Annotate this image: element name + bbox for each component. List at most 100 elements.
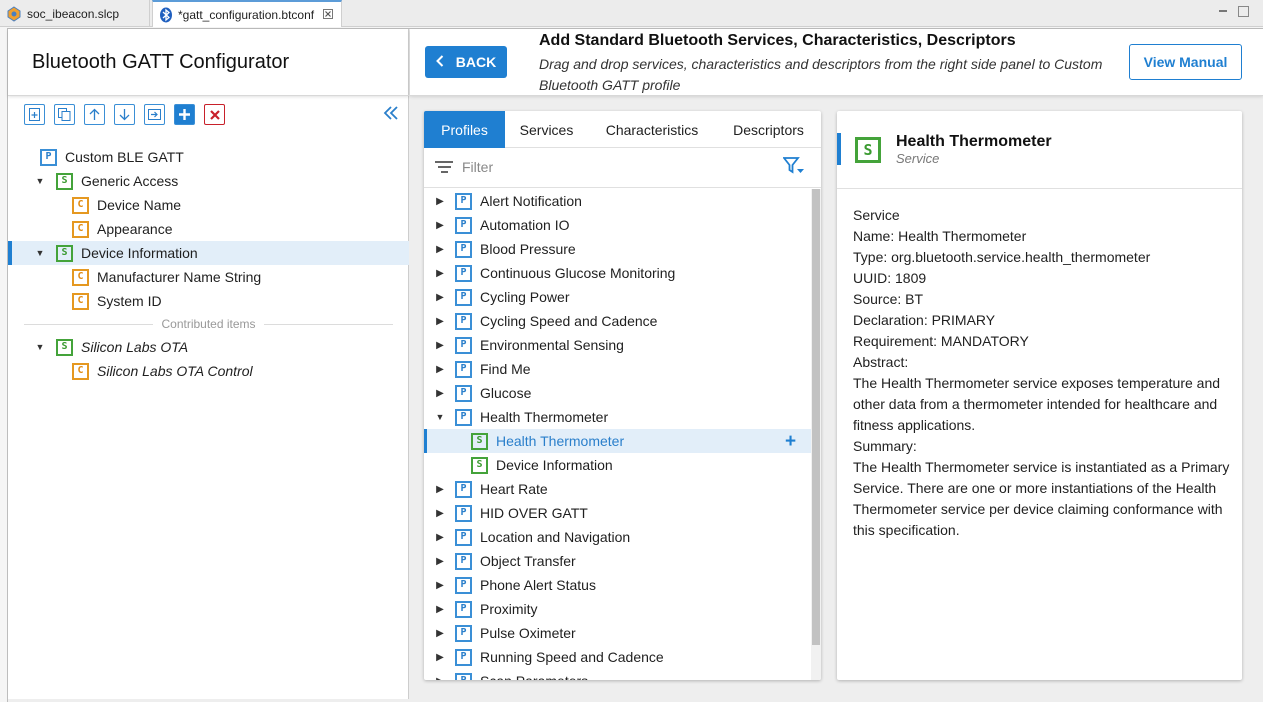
tab-services[interactable]: Services	[505, 111, 588, 148]
collapsed-arrow-icon[interactable]: ▶	[435, 244, 445, 255]
tree-item-device-information[interactable]: ▼ S Device Information	[8, 241, 409, 265]
tree-item-custom-ble-gatt[interactable]: P Custom BLE GATT	[8, 145, 409, 169]
collapsed-arrow-icon[interactable]: ▶	[435, 268, 445, 279]
funnel-icon[interactable]	[782, 156, 805, 182]
collapsed-arrow-icon[interactable]: ▶	[435, 652, 445, 663]
tab-profiles[interactable]: Profiles	[424, 111, 505, 148]
add-item-icon[interactable]	[24, 104, 45, 125]
tree-item-system-id[interactable]: C System ID	[8, 289, 409, 313]
close-icon[interactable]	[323, 8, 334, 22]
view-manual-button[interactable]: View Manual	[1129, 44, 1242, 80]
service-icon: S	[855, 137, 881, 163]
left-panel: Bluetooth GATT Configurator P Custom BLE	[8, 29, 409, 699]
collapsed-arrow-icon[interactable]: ▶	[435, 556, 445, 567]
maximize-icon[interactable]	[1238, 6, 1249, 17]
add-to-profile-icon[interactable]: +	[785, 431, 796, 453]
profile-item[interactable]: ▶ P Scan Parameters	[424, 669, 811, 680]
collapsed-arrow-icon[interactable]: ▶	[435, 604, 445, 615]
profile-item[interactable]: ▶ P Find Me	[424, 357, 811, 381]
tab-characteristics[interactable]: Characteristics	[588, 111, 716, 148]
tree-item-generic-access[interactable]: ▼ S Generic Access	[8, 169, 409, 193]
move-down-icon[interactable]	[114, 104, 135, 125]
characteristic-icon: C	[72, 220, 89, 238]
collapsed-arrow-icon[interactable]: ▶	[435, 340, 445, 351]
service-icon: S	[471, 432, 488, 450]
tree-item-manufacturer-name[interactable]: C Manufacturer Name String	[8, 265, 409, 289]
profile-item[interactable]: ▶ P Blood Pressure	[424, 237, 811, 261]
back-button[interactable]: BACK	[425, 46, 507, 78]
profile-item[interactable]: ▶ P Location and Navigation	[424, 525, 811, 549]
delete-icon[interactable]	[204, 104, 225, 125]
characteristic-icon: C	[72, 362, 89, 380]
expanded-arrow-icon[interactable]: ▼	[35, 176, 45, 186]
tree-item-silicon-labs-ota-control[interactable]: C Silicon Labs OTA Control	[8, 359, 409, 383]
profile-item[interactable]: ▶ P Automation IO	[424, 213, 811, 237]
profile-item[interactable]: ▶ P HID OVER GATT	[424, 501, 811, 525]
right-header: BACK Add Standard Bluetooth Services, Ch…	[410, 29, 1263, 96]
profile-icon: P	[455, 528, 472, 546]
collapsed-arrow-icon[interactable]: ▶	[435, 484, 445, 495]
details-body: Service Name: Health Thermometer Type: org…	[853, 205, 1233, 541]
tree-item-label: Location and Navigation	[480, 529, 631, 545]
tree-item-label: HID OVER GATT	[480, 505, 588, 521]
profile-item[interactable]: ▶ P Alert Notification	[424, 189, 811, 213]
details-name: Health Thermometer	[896, 133, 1052, 150]
double-chevron-left-icon[interactable]	[383, 103, 399, 126]
collapsed-arrow-icon[interactable]: ▶	[435, 580, 445, 591]
details-line: The Health Thermometer service is instan…	[853, 459, 1230, 538]
service-icon: S	[471, 456, 488, 474]
tree-item-device-name[interactable]: C Device Name	[8, 193, 409, 217]
tree-item-label: Health Thermometer	[496, 433, 625, 449]
profile-item[interactable]: ▶ P Running Speed and Cadence	[424, 645, 811, 669]
scrollbar[interactable]	[811, 189, 821, 680]
details-panel: S Health Thermometer Service Service Name…	[837, 111, 1242, 680]
profile-item[interactable]: ▶ P Proximity	[424, 597, 811, 621]
minimize-icon[interactable]	[1216, 4, 1230, 18]
tree-child-service[interactable]: S Device Information	[424, 453, 811, 477]
tree-item-label: Continuous Glucose Monitoring	[480, 265, 676, 281]
collapsed-arrow-icon[interactable]: ▶	[435, 220, 445, 231]
tree-item-label: Device Information	[496, 457, 613, 473]
profile-item[interactable]: ▶ P Cycling Power	[424, 285, 811, 309]
profile-item[interactable]: ▶ P Phone Alert Status	[424, 573, 811, 597]
details-kind: Service	[896, 151, 940, 166]
add-icon[interactable]	[174, 104, 195, 125]
tree-child-service[interactable]: S Health Thermometer +	[424, 429, 811, 453]
profile-item[interactable]: ▶ P Glucose	[424, 381, 811, 405]
expanded-arrow-icon[interactable]: ▼	[35, 248, 45, 258]
tab-descriptors[interactable]: Descriptors	[716, 111, 821, 148]
duplicate-icon[interactable]	[54, 104, 75, 125]
tree-item-silicon-labs-ota[interactable]: ▼ S Silicon Labs OTA	[8, 335, 409, 359]
editor-tab-btconf[interactable]: *gatt_configuration.btconf	[152, 0, 342, 27]
expanded-arrow-icon[interactable]: ▼	[35, 342, 45, 352]
collapsed-arrow-icon[interactable]: ▶	[435, 628, 445, 639]
editor-tab-slcp[interactable]: soc_ibeacon.slcp	[0, 0, 150, 27]
profile-item[interactable]: ▶ P Object Transfer	[424, 549, 811, 573]
tree-item-appearance[interactable]: C Appearance	[8, 217, 409, 241]
expanded-arrow-icon[interactable]: ▼	[435, 412, 445, 422]
move-up-icon[interactable]	[84, 104, 105, 125]
profile-item[interactable]: ▶ P Cycling Speed and Cadence	[424, 309, 811, 333]
collapsed-arrow-icon[interactable]: ▶	[435, 196, 445, 207]
library-panel: Profiles Services Characteristics Descri…	[424, 111, 821, 680]
profile-icon: P	[455, 600, 472, 618]
collapsed-arrow-icon[interactable]: ▶	[435, 364, 445, 375]
profile-item[interactable]: ▶ P Pulse Oximeter	[424, 621, 811, 645]
collapsed-arrow-icon[interactable]: ▶	[435, 388, 445, 399]
profile-item[interactable]: ▶ P Continuous Glucose Monitoring	[424, 261, 811, 285]
profile-icon: P	[455, 648, 472, 666]
filter-input[interactable]: Filter	[462, 159, 493, 175]
tree-item-label: Device Information	[81, 245, 198, 261]
scrollbar-thumb[interactable]	[812, 189, 820, 645]
profile-item[interactable]: ▶ P Heart Rate	[424, 477, 811, 501]
profile-item[interactable]: ▼ P Health Thermometer	[424, 405, 811, 429]
collapsed-arrow-icon[interactable]: ▶	[435, 316, 445, 327]
profile-item[interactable]: ▶ P Environmental Sensing	[424, 333, 811, 357]
import-icon[interactable]	[144, 104, 165, 125]
collapsed-arrow-icon[interactable]: ▶	[435, 508, 445, 519]
collapsed-arrow-icon[interactable]: ▶	[435, 292, 445, 303]
editor-tab-bar: soc_ibeacon.slcp *gatt_configuration.btc…	[0, 0, 1263, 27]
collapsed-arrow-icon[interactable]: ▶	[435, 532, 445, 543]
tree-toolbar	[24, 104, 225, 126]
collapsed-arrow-icon[interactable]: ▶	[435, 676, 445, 681]
